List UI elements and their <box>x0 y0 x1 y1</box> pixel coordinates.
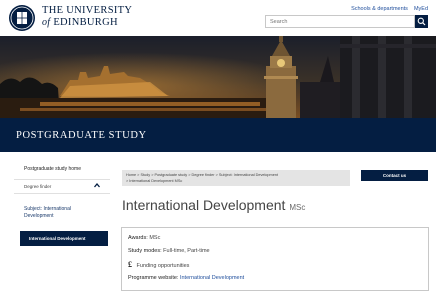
sidebar-item-subject[interactable]: Subject: International Development <box>14 194 110 231</box>
hero-image <box>0 36 436 118</box>
sidebar-subject-line2: Development <box>24 213 54 219</box>
sidebar-item-international-development[interactable]: International Development <box>20 231 108 246</box>
page-title: International Development MSc <box>122 197 305 213</box>
contact-us-button[interactable]: Contact us <box>361 170 428 181</box>
programme-info-box: Awards: MSc Study modes: Full-time, Part… <box>121 227 429 291</box>
schools-departments-link[interactable]: Schools & departments <box>351 6 408 12</box>
university-name-line1: THE UNIVERSITY <box>42 5 133 16</box>
section-banner: POSTGRADUATE STUDY <box>0 118 436 152</box>
myed-link[interactable]: MyEd <box>414 6 428 12</box>
university-logo-text[interactable]: THE UNIVERSITY of EDINBURGH <box>42 5 133 29</box>
chevron-up-icon[interactable] <box>94 182 100 190</box>
top-links: Schools & departments MyEd <box>345 6 428 12</box>
university-crest-icon[interactable] <box>8 4 36 32</box>
programme-website-row: Programme website: International Develop… <box>128 275 244 281</box>
breadcrumb: Home > Study > Postgraduate study > Degr… <box>122 170 350 186</box>
section-title: POSTGRADUATE STUDY <box>16 130 147 141</box>
sidebar-item-postgraduate-home[interactable]: Postgraduate study home <box>14 158 110 180</box>
funding-row[interactable]: £ Funding opportunities <box>128 260 189 269</box>
programme-website-link[interactable]: International Development <box>180 275 244 281</box>
awards-row: Awards: MSc <box>128 235 160 241</box>
university-name-edinburgh: EDINBURGH <box>53 16 118 28</box>
awards-value: MSc <box>149 235 161 241</box>
study-modes-row: Study modes: Full-time, Part-time <box>128 248 210 254</box>
search-input[interactable] <box>265 15 415 28</box>
sidebar-item-degree-finder[interactable]: Degree finder <box>14 180 110 194</box>
search-button[interactable] <box>415 15 428 28</box>
search-icon <box>417 17 426 26</box>
programme-website-label: Programme website: <box>128 275 179 281</box>
site-header: THE UNIVERSITY of EDINBURGH Schools & de… <box>0 0 436 36</box>
awards-label: Awards: <box>128 235 148 241</box>
pound-icon: £ <box>128 260 132 269</box>
sidebar-subject-line1: Subject: International <box>24 206 71 212</box>
funding-opportunities-link[interactable]: Funding opportunities <box>137 263 190 269</box>
programme-title: International Development <box>122 197 286 213</box>
sidebar-item-degree-finder-label: Degree finder <box>24 184 52 189</box>
university-name-of: of <box>42 16 51 28</box>
breadcrumb-line2: > International Development MSc <box>126 179 183 183</box>
university-name-line2: of EDINBURGH <box>42 16 132 29</box>
degree-type: MSc <box>289 203 306 212</box>
study-modes-label: Study modes: <box>128 248 162 254</box>
study-modes-value: Full-time, Part-time <box>163 248 210 254</box>
sidebar-nav: Postgraduate study home Degree finder Su… <box>14 158 110 250</box>
